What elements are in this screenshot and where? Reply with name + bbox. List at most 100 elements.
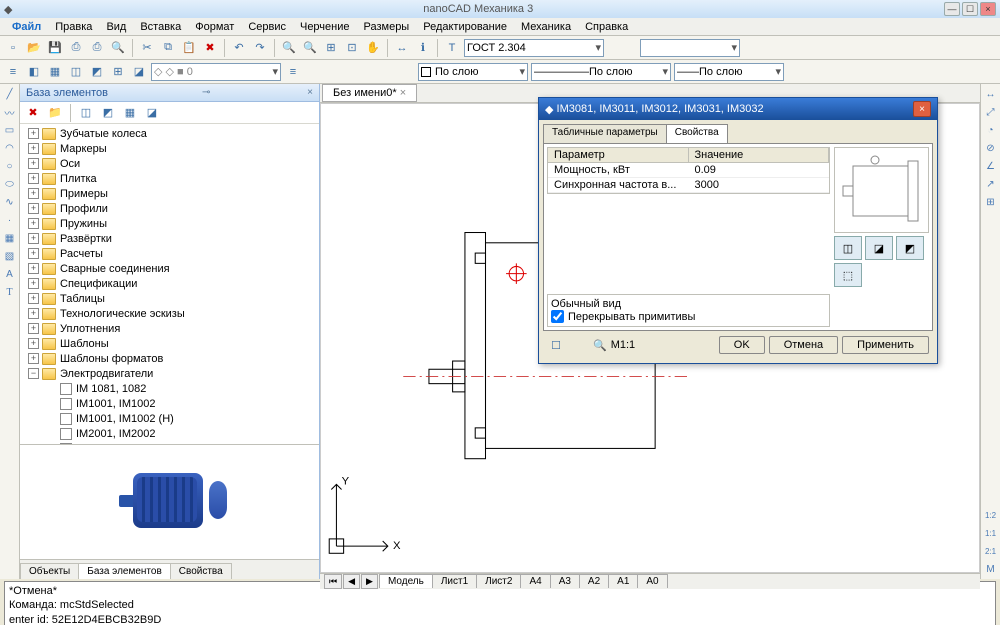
table-row[interactable]: Мощность, кВт 0.09 — [548, 163, 829, 178]
grid-icon[interactable]: ▦ — [46, 63, 64, 81]
ok-button[interactable]: OK — [719, 336, 765, 354]
tree-node[interactable]: IM2001, IM2002 — [22, 426, 317, 441]
panel-refresh-icon[interactable]: ✖ — [24, 104, 42, 122]
sheet-prev-icon[interactable]: ◀ — [343, 574, 360, 589]
doc-close-icon[interactable]: × — [400, 87, 406, 99]
tree-node[interactable]: −Электродвигатели — [22, 366, 317, 381]
arc-icon[interactable]: ◠ — [2, 140, 18, 156]
scale-21-icon[interactable]: 2:1 — [983, 543, 999, 559]
sheet-a4[interactable]: A4 — [520, 574, 550, 588]
view-side-button[interactable]: ◪ — [865, 236, 893, 260]
tree-node[interactable]: +Уплотнения — [22, 321, 317, 336]
menu-mechanics[interactable]: Механика — [515, 20, 577, 34]
annotation-combo[interactable] — [640, 39, 740, 57]
dim-linear-icon[interactable]: ↔ — [983, 86, 999, 102]
menu-modify[interactable]: Редактирование — [417, 20, 513, 34]
misc2-icon[interactable]: ◪ — [130, 63, 148, 81]
table-row[interactable]: Синхронная частота в... 3000 — [548, 178, 829, 193]
sheet-next-icon[interactable]: ▶ — [361, 574, 378, 589]
measure-icon[interactable]: ↔ — [393, 39, 411, 57]
tab-properties[interactable]: Свойства — [170, 563, 232, 579]
view-top-button[interactable]: ◩ — [896, 236, 924, 260]
tab-objects[interactable]: Объекты — [20, 563, 79, 579]
dim-aligned-icon[interactable]: ⤢ — [983, 104, 999, 120]
dim-diameter-icon[interactable]: ⊘ — [983, 140, 999, 156]
menu-format[interactable]: Формат — [189, 20, 240, 34]
delete-icon[interactable]: ✖ — [201, 39, 219, 57]
layer-combo[interactable]: ◇ ◇ ■ 0 — [151, 63, 281, 81]
sheet-first-icon[interactable]: ⏮ — [324, 574, 342, 589]
lineweight-icon[interactable]: ≡ — [284, 63, 302, 81]
redo-icon[interactable]: ↷ — [251, 39, 269, 57]
tree-node[interactable]: +Плитка — [22, 171, 317, 186]
save-icon[interactable]: 💾 — [46, 39, 64, 57]
tree-node[interactable]: +Сварные соединения — [22, 261, 317, 276]
circle-icon[interactable]: ○ — [2, 158, 18, 174]
scale-12-icon[interactable]: 1:2 — [983, 507, 999, 523]
tree-node[interactable]: +Пружины — [22, 216, 317, 231]
tree-node[interactable]: +Зубчатые колеса — [22, 126, 317, 141]
dialog-tab-table[interactable]: Табличные параметры — [543, 124, 667, 144]
tree-node[interactable]: +Профили — [22, 201, 317, 216]
print-icon[interactable]: ⎙ — [88, 39, 106, 57]
misc1-icon[interactable]: ⊞ — [109, 63, 127, 81]
lweight-combo[interactable]: —— По слою — [674, 63, 784, 81]
menu-draw[interactable]: Черчение — [294, 20, 356, 34]
menu-insert[interactable]: Вставка — [134, 20, 187, 34]
color-combo[interactable]: По слою — [418, 63, 528, 81]
zoom-extents-icon[interactable]: ⊡ — [343, 39, 361, 57]
tree-node[interactable]: IM1001, IM1002 — [22, 396, 317, 411]
panel-folder-icon[interactable]: 📁 — [46, 104, 64, 122]
menu-help[interactable]: Справка — [579, 20, 634, 34]
dim-angular-icon[interactable]: ∠ — [983, 158, 999, 174]
dialog-help-icon[interactable]: ☐ — [547, 336, 565, 354]
text-style-icon[interactable]: T — [443, 39, 461, 57]
sheet-a2[interactable]: A2 — [579, 574, 609, 588]
copy-icon[interactable]: ⧉ — [159, 39, 177, 57]
open-icon[interactable]: 📂 — [25, 39, 43, 57]
minimize-button[interactable]: — — [944, 2, 960, 16]
tree-node[interactable]: +Таблицы — [22, 291, 317, 306]
menu-view[interactable]: Вид — [100, 20, 132, 34]
tolerance-icon[interactable]: ⊞ — [983, 194, 999, 210]
undo-icon[interactable]: ↶ — [230, 39, 248, 57]
block-icon[interactable]: ◩ — [88, 63, 106, 81]
tree-node[interactable]: +Развёртки — [22, 231, 317, 246]
zoom-in-icon[interactable]: 🔍 — [280, 39, 298, 57]
tree-node[interactable]: IM 1081, 1082 — [22, 381, 317, 396]
style-icon[interactable]: ◫ — [67, 63, 85, 81]
text-standard-combo[interactable]: ГОСТ 2.304 — [464, 39, 604, 57]
tab-elements-db[interactable]: База элементов — [78, 563, 171, 579]
saveall-icon[interactable]: ⎙ — [67, 39, 85, 57]
tree-node[interactable]: +Шаблоны — [22, 336, 317, 351]
element-tree[interactable]: +Зубчатые колеса+Маркеры+Оси+Плитка+Прим… — [20, 124, 319, 444]
dialog-close-button[interactable]: × — [913, 101, 931, 117]
panel-close-icon[interactable]: × — [304, 87, 313, 98]
zoom-window-icon[interactable]: ⊞ — [322, 39, 340, 57]
leader-icon[interactable]: ↗ — [983, 176, 999, 192]
tree-node[interactable]: +Спецификации — [22, 276, 317, 291]
layer-icon[interactable]: ≡ — [4, 63, 22, 81]
panel-tool1-icon[interactable]: ◫ — [77, 104, 95, 122]
tree-node[interactable]: +Оси — [22, 156, 317, 171]
tree-node[interactable]: +Расчеты — [22, 246, 317, 261]
menu-edit[interactable]: Правка — [49, 20, 98, 34]
hatch-icon[interactable]: ▦ — [2, 230, 18, 246]
region-icon[interactable]: ▧ — [2, 248, 18, 264]
view-iso-button[interactable]: ⬚ — [834, 263, 862, 287]
zoom-out-icon[interactable]: 🔍 — [301, 39, 319, 57]
cut-icon[interactable]: ✂ — [138, 39, 156, 57]
dtext-icon[interactable]: T — [2, 284, 18, 300]
dim-radius-icon[interactable]: ◔ — [983, 122, 999, 138]
sheet-a1[interactable]: A1 — [608, 574, 638, 588]
sheet-list1[interactable]: Лист1 — [432, 574, 477, 588]
sheet-list2[interactable]: Лист2 — [476, 574, 521, 588]
sheet-a3[interactable]: A3 — [550, 574, 580, 588]
new-icon[interactable]: ▫ — [4, 39, 22, 57]
maximize-button[interactable]: ☐ — [962, 2, 978, 16]
line-icon[interactable]: ╱ — [2, 86, 18, 102]
linetype-combo[interactable]: ————— По слою — [531, 63, 671, 81]
panel-tool4-icon[interactable]: ◪ — [143, 104, 161, 122]
menu-file[interactable]: Файл — [6, 20, 47, 34]
menu-service[interactable]: Сервис — [242, 20, 292, 34]
